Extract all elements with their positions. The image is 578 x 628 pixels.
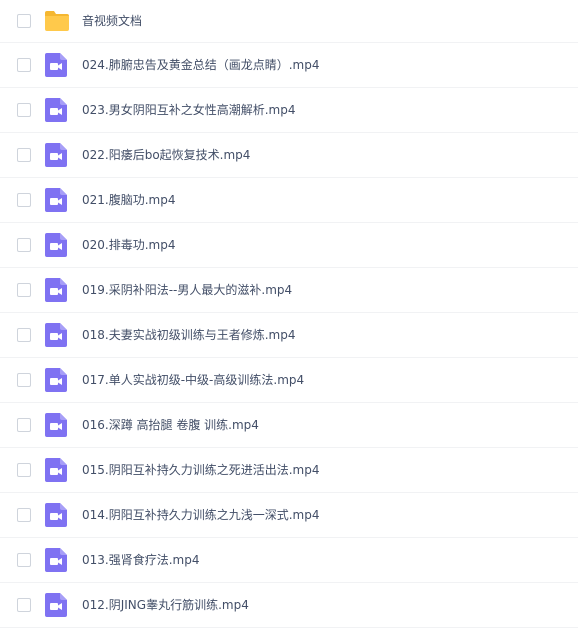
row-checkbox[interactable] [17, 598, 31, 612]
list-item[interactable]: 013.强肾食疗法.mp4 [0, 538, 578, 583]
video-file-icon [45, 323, 67, 347]
file-name[interactable]: 020.排毒功.mp4 [82, 224, 175, 267]
video-file-icon [45, 413, 67, 437]
list-item[interactable]: 023.男女阴阳互补之女性高潮解析.mp4 [0, 88, 578, 133]
file-name[interactable]: 023.男女阴阳互补之女性高潮解析.mp4 [82, 89, 295, 132]
list-item[interactable]: 019.采阴补阳法--男人最大的滋补.mp4 [0, 268, 578, 313]
video-file-icon [45, 188, 67, 212]
row-checkbox[interactable] [17, 328, 31, 342]
folder-icon [44, 10, 70, 32]
video-file-icon [45, 593, 67, 617]
video-file-icon [45, 368, 67, 392]
file-name[interactable]: 015.阴阳互补持久力训练之死进活出法.mp4 [82, 449, 319, 492]
row-checkbox[interactable] [17, 148, 31, 162]
file-name[interactable]: 022.阳痿后bo起恢复技术.mp4 [82, 134, 250, 177]
video-file-icon [45, 53, 67, 77]
row-checkbox[interactable] [17, 103, 31, 117]
list-item[interactable]: 018.夫妻实战初级训练与王者修炼.mp4 [0, 313, 578, 358]
file-list: 音视频文档 024.肺腑忠告及黄金总结（画龙点睛）.mp4 023.男女阴阳互补… [0, 0, 578, 628]
file-name[interactable]: 014.阴阳互补持久力训练之九浅一深式.mp4 [82, 494, 319, 537]
file-name[interactable]: 019.采阴补阳法--男人最大的滋补.mp4 [82, 269, 292, 312]
list-item[interactable]: 020.排毒功.mp4 [0, 223, 578, 268]
row-checkbox[interactable] [17, 463, 31, 477]
video-file-icon [45, 143, 67, 167]
video-file-icon [45, 98, 67, 122]
row-checkbox[interactable] [17, 373, 31, 387]
row-checkbox[interactable] [17, 14, 31, 28]
row-checkbox[interactable] [17, 553, 31, 567]
file-name[interactable]: 016.深蹲 高抬腿 卷腹 训练.mp4 [82, 404, 259, 447]
file-name[interactable]: 024.肺腑忠告及黄金总结（画龙点睛）.mp4 [82, 44, 319, 87]
file-name[interactable]: 012.阴JING睾丸行筋训练.mp4 [82, 584, 249, 627]
row-checkbox[interactable] [17, 508, 31, 522]
video-file-icon [45, 278, 67, 302]
list-item[interactable]: 024.肺腑忠告及黄金总结（画龙点睛）.mp4 [0, 43, 578, 88]
list-item[interactable]: 015.阴阳互补持久力训练之死进活出法.mp4 [0, 448, 578, 493]
list-item-folder[interactable]: 音视频文档 [0, 0, 578, 43]
video-file-icon [45, 548, 67, 572]
list-item[interactable]: 021.腹脑功.mp4 [0, 178, 578, 223]
file-name[interactable]: 018.夫妻实战初级训练与王者修炼.mp4 [82, 314, 295, 357]
file-name[interactable]: 017.单人实战初级-中级-高级训练法.mp4 [82, 359, 304, 402]
file-name[interactable]: 音视频文档 [82, 0, 142, 43]
row-checkbox[interactable] [17, 193, 31, 207]
list-item[interactable]: 012.阴JING睾丸行筋训练.mp4 [0, 583, 578, 628]
row-checkbox[interactable] [17, 238, 31, 252]
file-name[interactable]: 021.腹脑功.mp4 [82, 179, 175, 222]
row-checkbox[interactable] [17, 58, 31, 72]
list-item[interactable]: 014.阴阳互补持久力训练之九浅一深式.mp4 [0, 493, 578, 538]
video-file-icon [45, 458, 67, 482]
list-item[interactable]: 016.深蹲 高抬腿 卷腹 训练.mp4 [0, 403, 578, 448]
list-item[interactable]: 017.单人实战初级-中级-高级训练法.mp4 [0, 358, 578, 403]
row-checkbox[interactable] [17, 283, 31, 297]
file-name[interactable]: 013.强肾食疗法.mp4 [82, 539, 199, 582]
video-file-icon [45, 233, 67, 257]
list-item[interactable]: 022.阳痿后bo起恢复技术.mp4 [0, 133, 578, 178]
row-checkbox[interactable] [17, 418, 31, 432]
video-file-icon [45, 503, 67, 527]
